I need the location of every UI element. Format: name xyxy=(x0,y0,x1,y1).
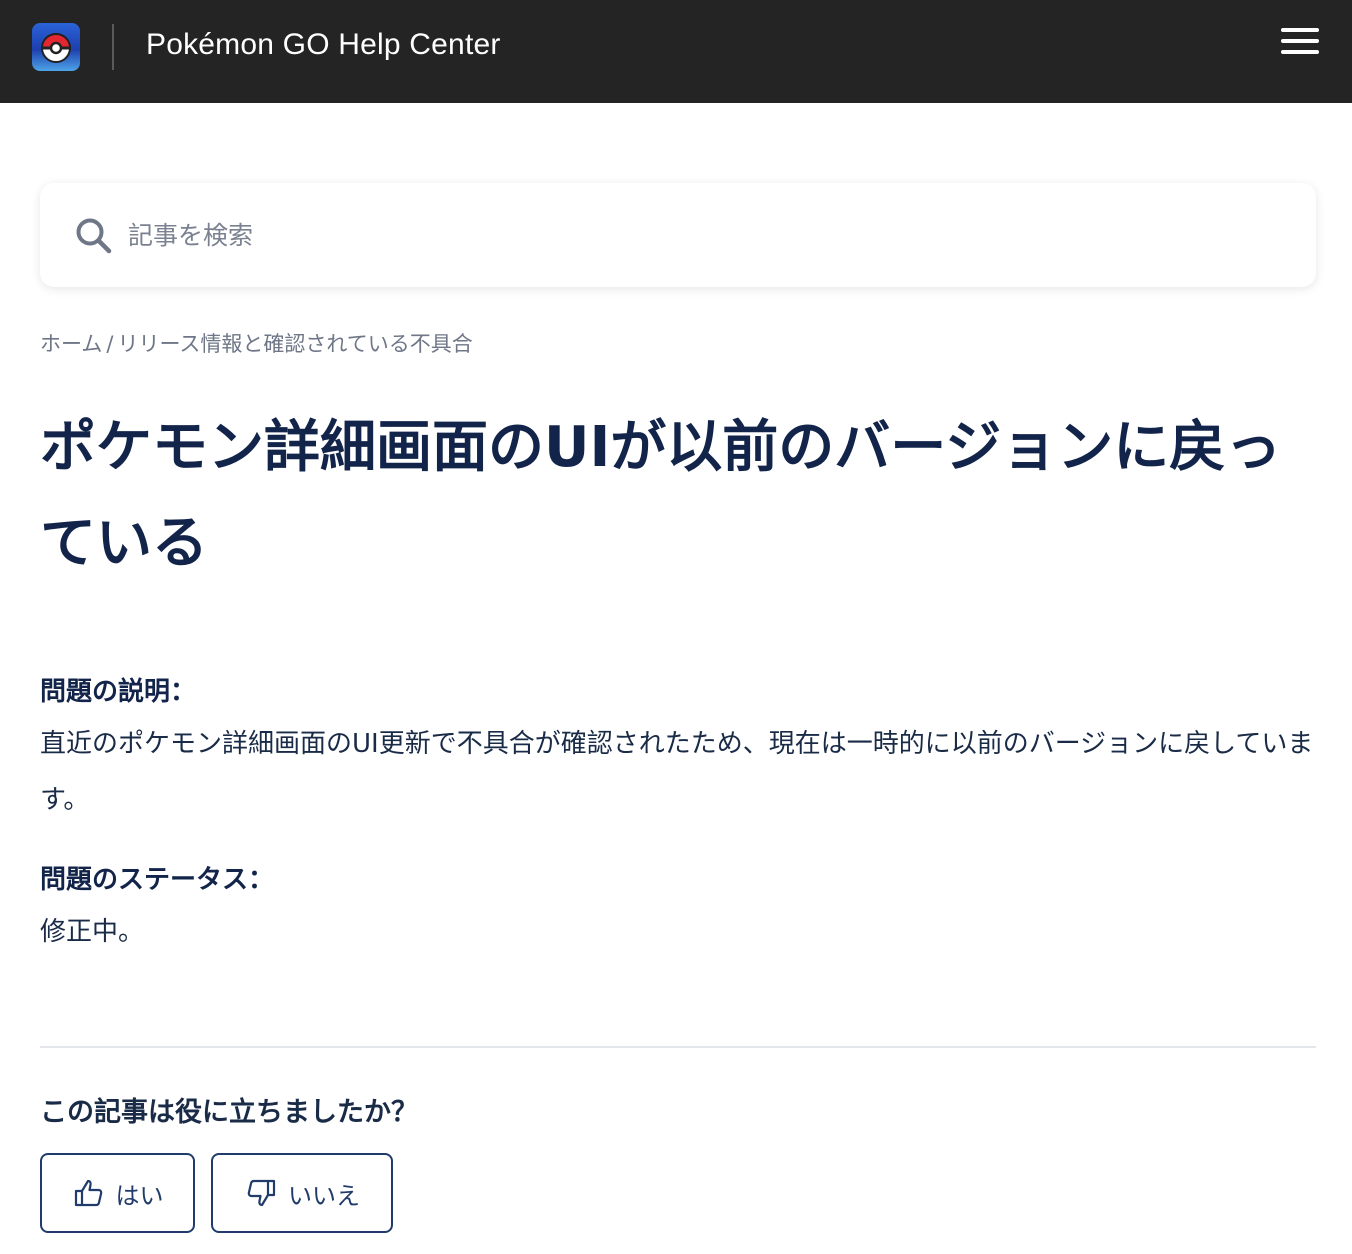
thumbs-down-icon xyxy=(247,1179,276,1207)
search-box xyxy=(40,183,1316,287)
breadcrumb-separator: / xyxy=(106,332,114,356)
search-icon xyxy=(76,218,112,254)
breadcrumb-home-link[interactable]: ホーム xyxy=(40,332,102,356)
feedback-yes-button[interactable]: はい xyxy=(40,1153,195,1233)
header-divider xyxy=(112,24,114,70)
article-body: 問題の説明： 直近のポケモン詳細画面のUI更新で不具合が確認されたため、現在は一… xyxy=(40,668,1316,988)
feedback-yes-label: はい xyxy=(115,1182,164,1210)
issue-description-label: 問題の説明： xyxy=(40,677,197,707)
section-divider xyxy=(40,1046,1316,1048)
issue-status-section: 問題のステータス： 修正中。 xyxy=(40,856,1316,960)
thumbs-up-icon xyxy=(74,1179,102,1207)
issue-description-text: 直近のポケモン詳細画面のUI更新で不具合が確認されたため、現在は一時的に以前のバ… xyxy=(40,729,1314,815)
feedback-no-label: いいえ xyxy=(288,1182,360,1210)
breadcrumb-category-link[interactable]: リリース情報と確認されている不具合 xyxy=(117,332,472,356)
issue-status-text: 修正中。 xyxy=(40,917,145,947)
pokeball-logo-icon[interactable] xyxy=(32,23,80,71)
search-input[interactable] xyxy=(128,211,1278,259)
site-title[interactable]: Pokémon GO Help Center xyxy=(146,28,501,62)
breadcrumb: ホーム / リリース情報と確認されている不具合 xyxy=(40,328,473,358)
issue-status-label: 問題のステータス： xyxy=(40,865,275,895)
issue-description-section: 問題の説明： 直近のポケモン詳細画面のUI更新で不具合が確認されたため、現在は一… xyxy=(40,668,1316,828)
feedback-no-button[interactable]: いいえ xyxy=(211,1153,393,1233)
hamburger-menu-icon[interactable] xyxy=(1278,28,1322,60)
page-title: ポケモン詳細画面のUIが以前のバージョンに戻っている xyxy=(40,415,1282,576)
top-navigation-bar: Pokémon GO Help Center xyxy=(0,0,1352,103)
feedback-question: この記事は役に立ちましたか？ xyxy=(40,1097,418,1128)
